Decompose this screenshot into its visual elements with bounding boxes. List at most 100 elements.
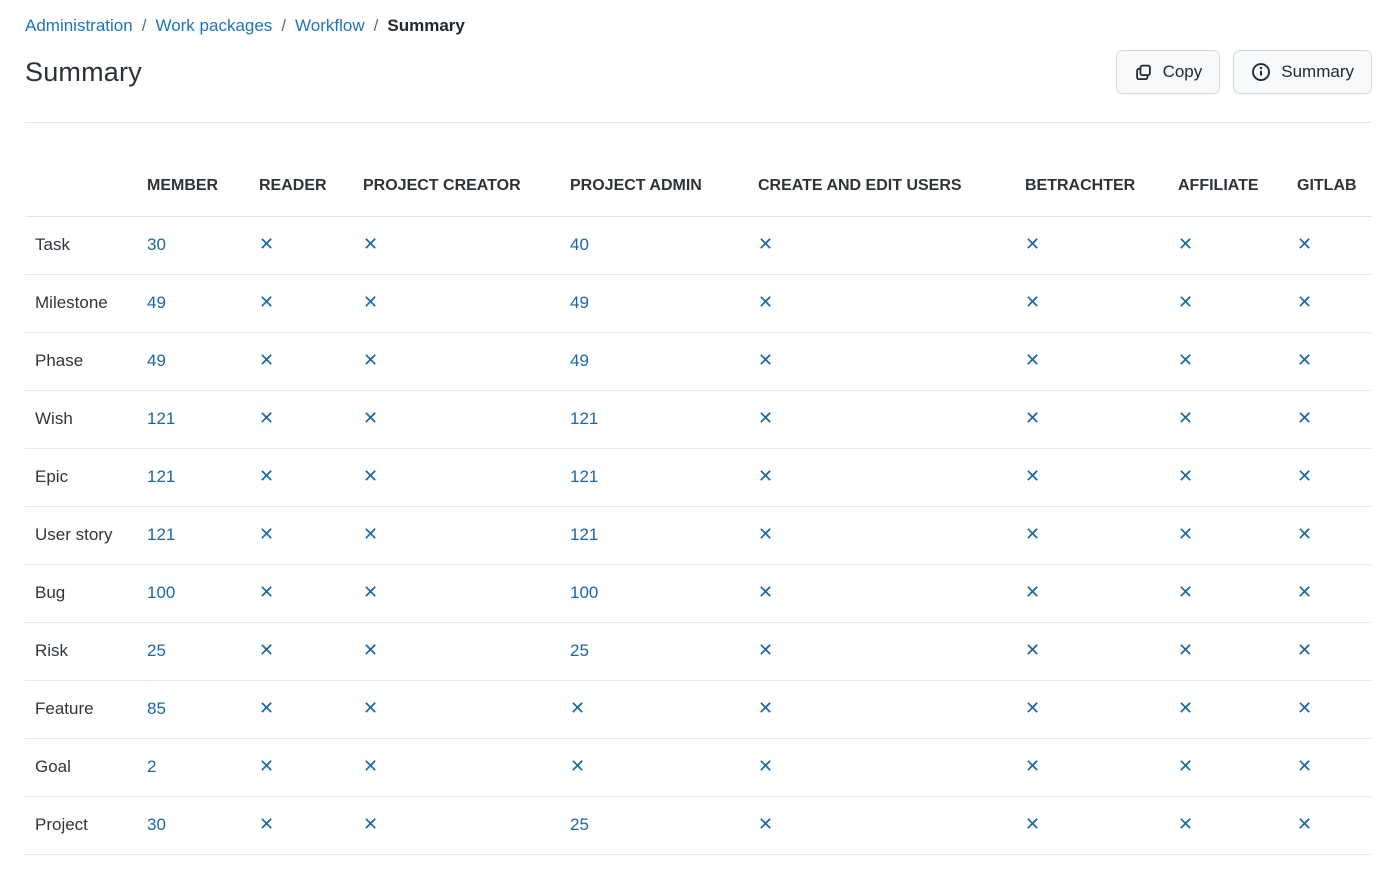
no-workflow-x-icon: ✕ — [1178, 292, 1193, 313]
workflow-cell: ✕ — [1025, 738, 1178, 796]
table-row: Milestone49✕✕49✕✕✕✕ — [25, 274, 1372, 332]
workflow-count-link[interactable]: 121 — [570, 467, 598, 486]
workflow-cell: ✕ — [259, 622, 363, 680]
work-package-type-label: Project — [25, 796, 147, 854]
page-header: Summary Copy — [25, 50, 1372, 94]
no-workflow-x-icon: ✕ — [1297, 408, 1312, 429]
no-workflow-x-icon: ✕ — [1297, 524, 1312, 545]
workflow-cell: 100 — [570, 564, 758, 622]
column-header-project-creator: PROJECT CREATOR — [363, 123, 570, 216]
no-workflow-x-icon: ✕ — [758, 582, 773, 603]
no-workflow-x-icon: ✕ — [1025, 756, 1040, 777]
work-package-type-label: Epic — [25, 448, 147, 506]
no-workflow-x-icon: ✕ — [259, 408, 274, 429]
workflow-count-link[interactable]: 100 — [570, 583, 598, 602]
table-row: Wish121✕✕121✕✕✕✕ — [25, 390, 1372, 448]
workflow-count-link[interactable]: 121 — [570, 409, 598, 428]
workflow-count-link[interactable]: 121 — [147, 467, 175, 486]
workflow-cell: ✕ — [363, 738, 570, 796]
no-workflow-x-icon: ✕ — [259, 524, 274, 545]
no-workflow-x-icon: ✕ — [1297, 640, 1312, 661]
copy-button[interactable]: Copy — [1116, 50, 1221, 94]
workflow-cell: ✕ — [259, 216, 363, 274]
no-workflow-x-icon: ✕ — [259, 234, 274, 255]
workflow-cell: ✕ — [363, 274, 570, 332]
no-workflow-x-icon: ✕ — [1178, 640, 1193, 661]
no-workflow-x-icon: ✕ — [259, 756, 274, 777]
workflow-count-link[interactable]: 121 — [147, 409, 175, 428]
no-workflow-x-icon: ✕ — [758, 814, 773, 835]
no-workflow-x-icon: ✕ — [570, 698, 585, 719]
workflow-count-link[interactable]: 40 — [570, 235, 589, 254]
workflow-cell: ✕ — [1025, 622, 1178, 680]
workflow-cell: ✕ — [1297, 622, 1372, 680]
workflow-cell: ✕ — [758, 796, 1025, 854]
workflow-count-link[interactable]: 49 — [147, 351, 166, 370]
workflow-cell: ✕ — [758, 274, 1025, 332]
workflow-cell: ✕ — [363, 796, 570, 854]
workflow-count-link[interactable]: 25 — [570, 815, 589, 834]
no-workflow-x-icon: ✕ — [1297, 234, 1312, 255]
workflow-count-link[interactable]: 85 — [147, 699, 166, 718]
workflow-count-link[interactable]: 49 — [570, 351, 589, 370]
workflow-count-link[interactable]: 100 — [147, 583, 175, 602]
breadcrumb-link-workflow[interactable]: Workflow — [295, 14, 365, 37]
workflow-cell: ✕ — [1025, 796, 1178, 854]
no-workflow-x-icon: ✕ — [1025, 234, 1040, 255]
no-workflow-x-icon: ✕ — [1025, 524, 1040, 545]
table-row: User story121✕✕121✕✕✕✕ — [25, 506, 1372, 564]
workflow-cell: ✕ — [1025, 390, 1178, 448]
workflow-cell: ✕ — [363, 390, 570, 448]
workflow-cell: ✕ — [1025, 216, 1178, 274]
no-workflow-x-icon: ✕ — [1178, 524, 1193, 545]
no-workflow-x-icon: ✕ — [758, 408, 773, 429]
workflow-cell: ✕ — [363, 506, 570, 564]
summary-button[interactable]: Summary — [1233, 50, 1372, 94]
workflow-count-link[interactable]: 30 — [147, 815, 166, 834]
column-header-member: MEMBER — [147, 123, 259, 216]
workflow-cell: ✕ — [259, 796, 363, 854]
workflow-count-link[interactable]: 49 — [570, 293, 589, 312]
breadcrumb-link-administration[interactable]: Administration — [25, 14, 133, 37]
no-workflow-x-icon: ✕ — [259, 582, 274, 603]
no-workflow-x-icon: ✕ — [363, 292, 378, 313]
workflow-count-link[interactable]: 30 — [147, 235, 166, 254]
workflow-cell: ✕ — [758, 680, 1025, 738]
workflow-count-link[interactable]: 49 — [147, 293, 166, 312]
workflow-cell: ✕ — [363, 622, 570, 680]
workflow-cell: ✕ — [1178, 796, 1297, 854]
workflow-cell: ✕ — [1297, 390, 1372, 448]
workflow-count-link[interactable]: 121 — [570, 525, 598, 544]
workflow-cell: 121 — [147, 448, 259, 506]
workflow-count-link[interactable]: 25 — [570, 641, 589, 660]
workflow-cell: ✕ — [1178, 216, 1297, 274]
no-workflow-x-icon: ✕ — [1025, 408, 1040, 429]
workflow-cell: 121 — [570, 506, 758, 564]
breadcrumb: Administration / Work packages / Workflo… — [25, 14, 1372, 37]
workflow-count-link[interactable]: 2 — [147, 757, 156, 776]
workflow-count-link[interactable]: 121 — [147, 525, 175, 544]
column-header-create-and-edit-users: CREATE AND EDIT USERS — [758, 123, 1025, 216]
workflow-cell: ✕ — [1297, 564, 1372, 622]
table-row: Task30✕✕40✕✕✕✕ — [25, 216, 1372, 274]
no-workflow-x-icon: ✕ — [758, 640, 773, 661]
column-header-affiliate: AFFILIATE — [1178, 123, 1297, 216]
no-workflow-x-icon: ✕ — [259, 350, 274, 371]
workflow-cell: ✕ — [259, 332, 363, 390]
workflow-cell: ✕ — [363, 332, 570, 390]
no-workflow-x-icon: ✕ — [1025, 466, 1040, 487]
breadcrumb-link-work-packages[interactable]: Work packages — [155, 14, 272, 37]
no-workflow-x-icon: ✕ — [1025, 698, 1040, 719]
workflow-count-link[interactable]: 25 — [147, 641, 166, 660]
header-actions: Copy Summary — [1116, 50, 1372, 94]
workflow-cell: ✕ — [1178, 680, 1297, 738]
no-workflow-x-icon: ✕ — [758, 234, 773, 255]
breadcrumb-separator: / — [142, 14, 147, 37]
no-workflow-x-icon: ✕ — [1297, 466, 1312, 487]
no-workflow-x-icon: ✕ — [363, 756, 378, 777]
column-header-reader: READER — [259, 123, 363, 216]
no-workflow-x-icon: ✕ — [570, 756, 585, 777]
workflow-cell: ✕ — [363, 564, 570, 622]
no-workflow-x-icon: ✕ — [1178, 350, 1193, 371]
page-title: Summary — [25, 57, 142, 88]
